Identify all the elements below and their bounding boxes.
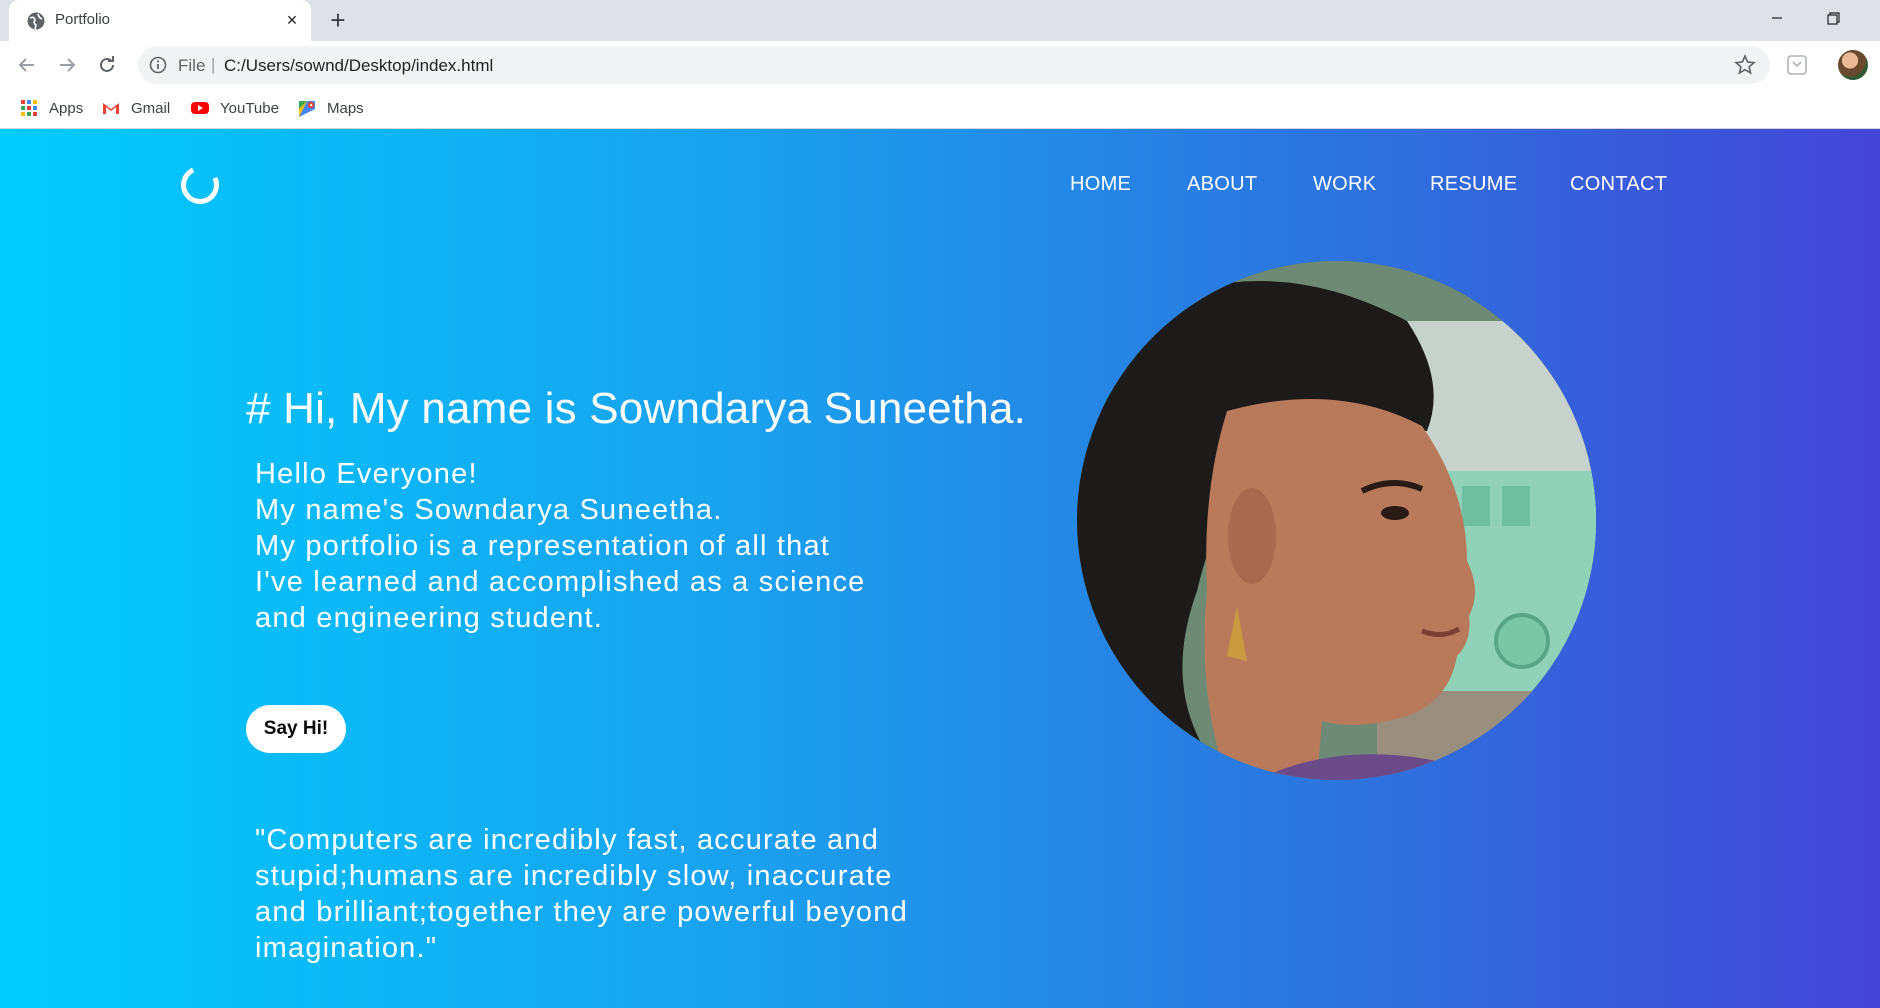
hero-headline: # Hi, My name is Sowndarya Suneetha.: [246, 384, 1027, 433]
bookmark-gmail[interactable]: Gmail: [101, 98, 170, 118]
nav-home[interactable]: HOME: [1070, 173, 1131, 196]
scheme-label: File: [178, 56, 206, 75]
profile-photo-image: [1077, 261, 1596, 780]
youtube-icon: [191, 102, 209, 114]
profile-photo: [1077, 261, 1596, 780]
nav-about[interactable]: ABOUT: [1187, 173, 1257, 196]
new-tab-button[interactable]: +: [324, 7, 352, 35]
quote-text: "Computers are incredibly fast, accurate…: [255, 822, 908, 966]
restore-window-icon[interactable]: [1808, 0, 1858, 36]
info-icon[interactable]: [148, 55, 168, 75]
quote-line: imagination.": [255, 932, 438, 964]
tab-title: Portfolio: [55, 11, 111, 28]
url-separator: |: [211, 55, 216, 74]
nav-contact[interactable]: CONTACT: [1570, 173, 1667, 196]
browser-toolbar: File | C:/Users/sownd/Desktop/index.html: [0, 41, 1880, 89]
intro-line: and engineering student.: [255, 602, 604, 634]
quote-line: and brilliant;together they are powerful…: [255, 896, 908, 928]
intro-line: Hello Everyone!: [255, 458, 478, 490]
say-hi-button[interactable]: Say Hi!: [246, 705, 346, 753]
intro-line: My portfolio is a representation of all …: [255, 530, 831, 562]
bookmark-star-icon[interactable]: [1734, 54, 1756, 76]
back-arrow-icon[interactable]: [15, 53, 39, 77]
bookmark-youtube[interactable]: YouTube: [190, 98, 279, 118]
url-text[interactable]: C:/Users/sownd/Desktop/index.html: [224, 56, 493, 76]
forward-arrow-icon[interactable]: [55, 53, 79, 77]
browser-tab[interactable]: Portfolio ×: [9, 0, 311, 41]
gmail-icon: [103, 103, 119, 114]
quote-line: stupid;humans are incredibly slow, inacc…: [255, 860, 893, 892]
globe-icon: [27, 12, 45, 30]
bookmark-maps[interactable]: Maps: [297, 98, 364, 118]
bookmark-label: Maps: [327, 99, 364, 117]
minimize-icon[interactable]: [1752, 0, 1802, 36]
apps-grid-icon: [21, 100, 37, 116]
quote-line: "Computers are incredibly fast, accurate…: [255, 824, 880, 856]
intro-paragraph: Hello Everyone! My name's Sowndarya Sune…: [255, 456, 866, 636]
maps-icon: [299, 101, 315, 117]
profile-avatar[interactable]: [1838, 50, 1868, 80]
bookmark-label: YouTube: [220, 99, 279, 117]
address-bar[interactable]: File | C:/Users/sownd/Desktop/index.html: [138, 46, 1770, 84]
nav-resume[interactable]: RESUME: [1430, 173, 1517, 196]
intro-line: I've learned and accomplished as a scien…: [255, 566, 866, 598]
bookmarks-bar: Apps Gmail YouTube Maps: [0, 89, 1880, 129]
nav-work[interactable]: WORK: [1313, 173, 1376, 196]
bookmark-label: Gmail: [131, 99, 171, 117]
portfolio-page: HOME ABOUT WORK RESUME CONTACT # Hi, My …: [0, 129, 1880, 1008]
reload-icon[interactable]: [95, 53, 119, 77]
bookmark-label: Apps: [49, 99, 84, 117]
tab-strip: Portfolio × +: [0, 0, 1880, 41]
extension-icon[interactable]: [1785, 53, 1809, 77]
site-logo[interactable]: [175, 160, 225, 210]
intro-line: My name's Sowndarya Suneetha.: [255, 494, 723, 526]
close-tab-icon[interactable]: ×: [281, 9, 303, 31]
bookmark-apps[interactable]: Apps: [19, 98, 83, 118]
